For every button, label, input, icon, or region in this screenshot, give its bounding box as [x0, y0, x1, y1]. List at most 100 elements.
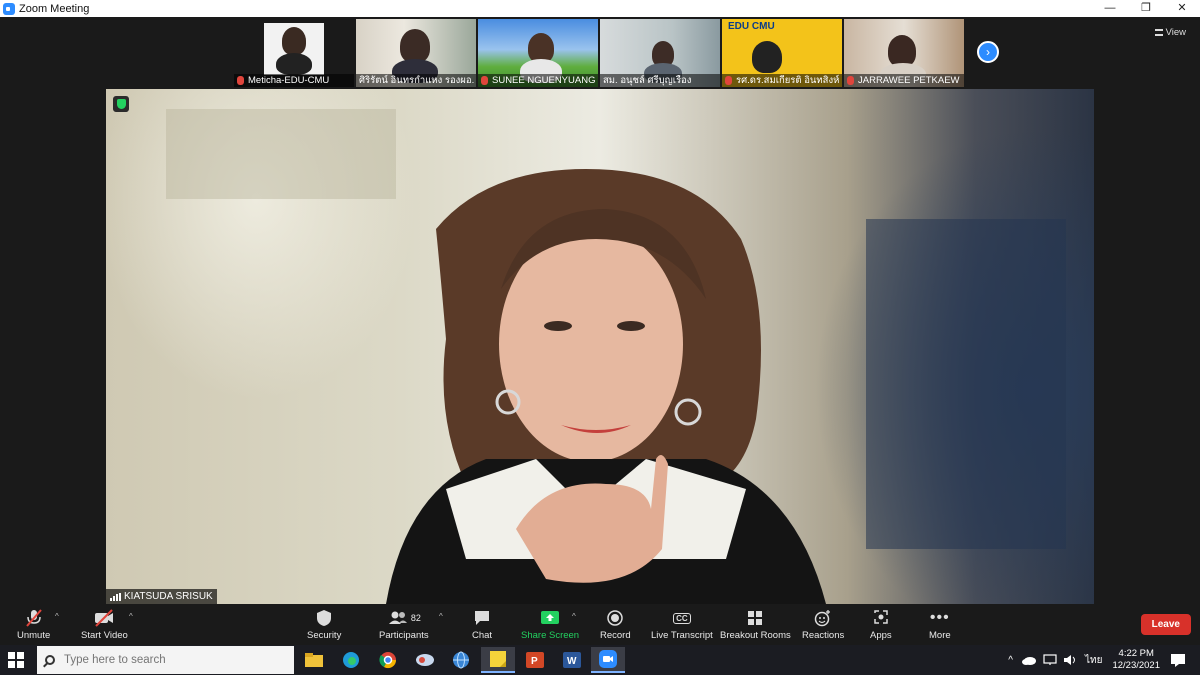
edge-app[interactable] [334, 647, 368, 673]
chrome-icon [379, 652, 397, 669]
meeting-toolbar: Unmute ^ Start Video ^ Security 82 Parti… [0, 604, 1200, 645]
participant-tile[interactable]: EDU CMU รศ.ดร.สมเกียรติ อินทสิงห์ [722, 19, 842, 87]
window-titlebar: Zoom Meeting — ❐ ✕ [0, 0, 1200, 17]
unmute-label: Unmute [17, 630, 51, 641]
shield-icon [317, 610, 332, 626]
snipping-app[interactable] [408, 647, 442, 673]
input-language[interactable]: ไทย [1085, 653, 1102, 668]
participant-face [282, 27, 306, 55]
globe-app[interactable] [444, 647, 478, 673]
chat-icon [475, 611, 490, 625]
participant-count: 82 [410, 613, 421, 623]
muted-mic-icon [237, 76, 244, 85]
unmute-button[interactable]: Unmute [17, 608, 50, 641]
zoom-icon [599, 650, 617, 668]
taskbar-clock[interactable]: 4:22 PM 12/23/2021 [1112, 648, 1160, 672]
notifications-icon[interactable] [1170, 653, 1186, 667]
powerpoint-app[interactable]: P [518, 647, 552, 673]
share-screen-icon [541, 611, 560, 624]
participants-options-caret[interactable]: ^ [439, 612, 443, 621]
security-button[interactable]: Security [307, 608, 341, 641]
restore-button[interactable]: ❐ [1128, 0, 1164, 17]
show-hidden-icons-icon[interactable]: ^ [1008, 655, 1013, 666]
participant-tile[interactable]: Meticha-EDU-CMU [234, 19, 354, 87]
volume-icon[interactable] [1063, 654, 1077, 666]
reactions-button[interactable]: Reactions [802, 608, 844, 641]
window-controls: — ❐ ✕ [1092, 0, 1200, 17]
view-label: View [1165, 27, 1186, 38]
participant-tile[interactable]: SUNEE NGUENYUANG [478, 19, 598, 87]
apps-button[interactable]: Apps [870, 608, 892, 641]
file-explorer-app[interactable] [297, 647, 331, 673]
more-dots-icon: ••• [929, 609, 950, 626]
leave-button[interactable]: Leave [1140, 614, 1191, 635]
active-speaker-video: KIATSUDA SRISUK [106, 89, 1094, 604]
chat-label: Chat [472, 630, 493, 641]
view-grid-icon [1154, 29, 1163, 36]
search-icon [45, 655, 55, 665]
participant-strip: Meticha-EDU-CMU ศิริรัตน์ อินทรกำแหง รอง… [234, 19, 964, 87]
security-label: Security [307, 630, 342, 641]
onedrive-cloud-icon[interactable] [1021, 655, 1037, 665]
next-page-button[interactable]: › [977, 41, 999, 63]
audio-options-caret[interactable]: ^ [55, 612, 59, 621]
start-video-button[interactable]: Start Video [81, 608, 128, 641]
view-button[interactable]: View [1154, 27, 1186, 38]
globe-icon [453, 651, 469, 669]
participants-icon [388, 611, 407, 624]
record-button[interactable]: Record [600, 608, 631, 641]
more-button[interactable]: ••• More [929, 608, 951, 642]
live-transcript-button[interactable]: CC Live Transcript [651, 608, 713, 641]
speaker-video-frame [166, 109, 1066, 604]
muted-mic-icon [847, 76, 854, 85]
breakout-rooms-button[interactable]: Breakout Rooms [720, 608, 791, 641]
network-icon[interactable] [1043, 654, 1057, 666]
snipping-tool-icon [416, 654, 434, 666]
zoom-taskbar-app[interactable] [591, 647, 625, 673]
taskbar-search[interactable] [37, 646, 294, 674]
participant-tile[interactable]: สม. อนุชล์ ศรีบุญเรือง [600, 19, 720, 87]
speaker-name: KIATSUDA SRISUK [124, 591, 213, 602]
start-video-label: Start Video [81, 630, 128, 641]
folder-icon [305, 653, 323, 667]
record-label: Record [600, 630, 631, 641]
clock-time: 4:22 PM [1118, 648, 1154, 659]
apps-label: Apps [870, 630, 892, 641]
participant-tile[interactable]: JARRAWEE PETKAEW [844, 19, 964, 87]
participant-face [752, 41, 782, 73]
encryption-shield-icon[interactable] [113, 96, 129, 112]
participant-name: ศิริรัตน์ อินทรกำแหง รองผอ. [359, 75, 475, 86]
reactions-label: Reactions [802, 630, 845, 641]
closed-caption-icon: CC [673, 612, 691, 624]
minimize-button[interactable]: — [1092, 0, 1128, 17]
svg-text:P: P [531, 656, 538, 667]
participant-tile[interactable]: ศิริรัตน์ อินทรกำแหง รองผอ. [356, 19, 476, 87]
participant-name: SUNEE NGUENYUANG [492, 75, 596, 86]
close-button[interactable]: ✕ [1164, 0, 1200, 17]
sticky-notes-app[interactable] [481, 647, 515, 673]
signal-bars-icon [110, 592, 121, 601]
windows-taskbar: P W ^ ไทย 4:22 PM 12/23/2021 [0, 645, 1200, 675]
chevron-right-icon: › [986, 45, 990, 59]
system-tray: ^ ไทย 4:22 PM 12/23/2021 [1008, 645, 1200, 675]
participants-button[interactable]: 82 Participants [379, 608, 429, 641]
windows-start-button[interactable] [8, 652, 24, 668]
share-screen-button[interactable]: Share Screen [521, 608, 579, 641]
more-label: More [929, 630, 951, 641]
mic-muted-icon [25, 609, 42, 627]
word-app[interactable]: W [555, 647, 589, 673]
participant-body [276, 53, 312, 75]
search-input[interactable] [64, 654, 264, 666]
participant-face [400, 29, 430, 63]
chat-button[interactable]: Chat [472, 608, 492, 641]
video-off-icon [95, 609, 114, 627]
svg-text:W: W [567, 656, 577, 667]
chrome-app[interactable] [371, 647, 405, 673]
participant-name: Meticha-EDU-CMU [248, 75, 330, 86]
sticky-notes-icon [490, 651, 506, 667]
window-title: Zoom Meeting [19, 2, 90, 15]
share-screen-label: Share Screen [521, 630, 580, 641]
muted-mic-icon [481, 76, 488, 85]
video-options-caret[interactable]: ^ [129, 612, 133, 621]
share-options-caret[interactable]: ^ [572, 612, 576, 621]
